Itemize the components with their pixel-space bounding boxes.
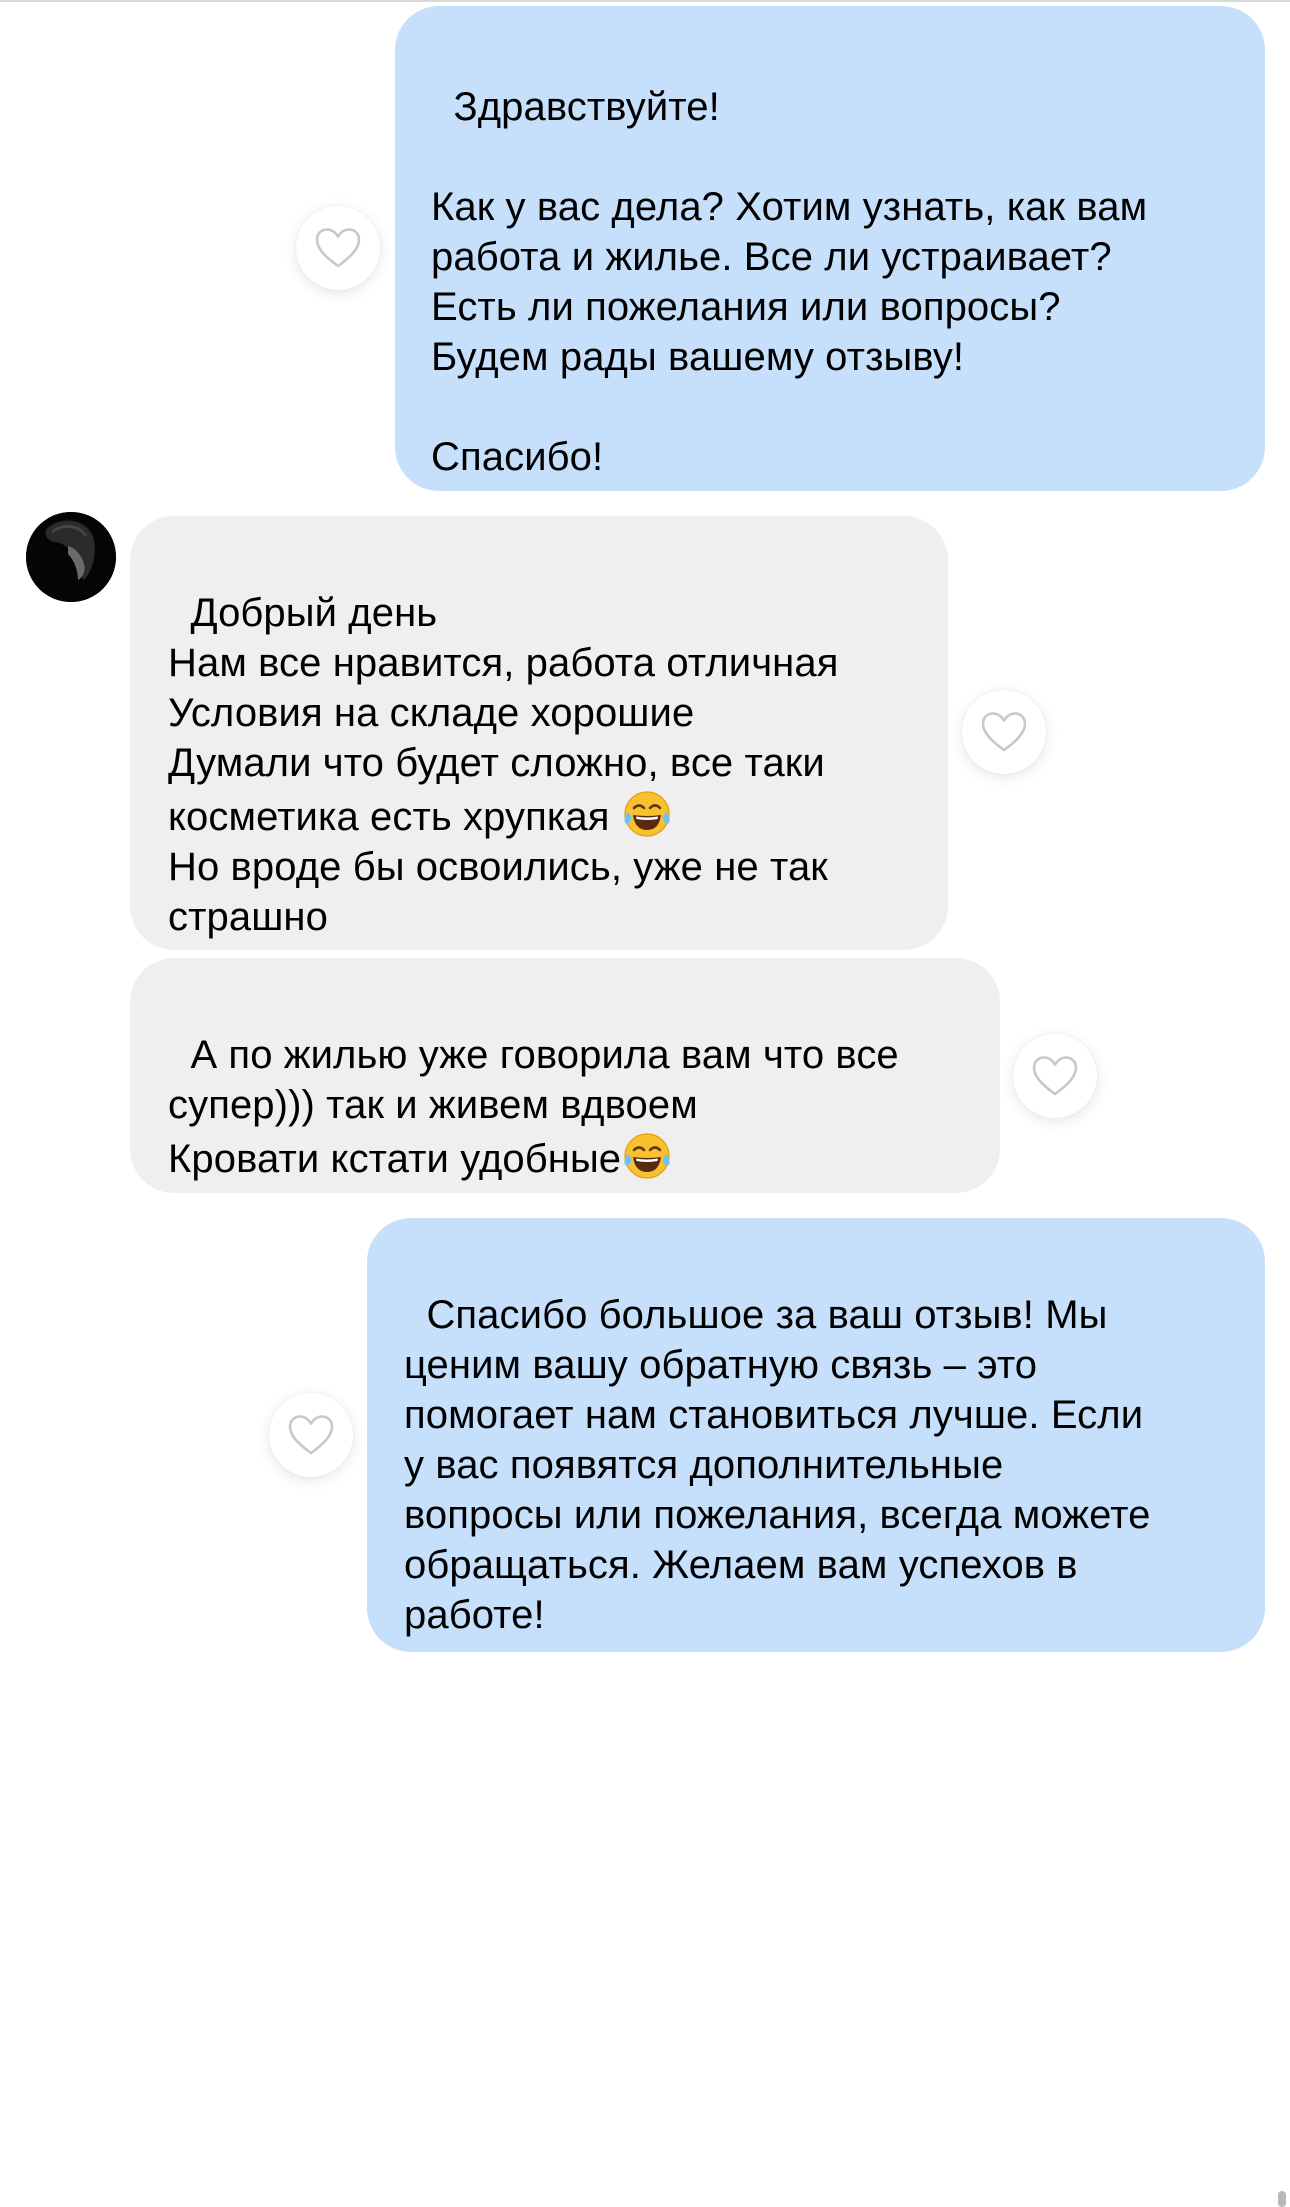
like-button[interactable] bbox=[962, 690, 1046, 774]
message-text: Здравствуйте! Как у вас дела? Хотим узна… bbox=[431, 85, 1148, 479]
message-text-part: Но вроде бы освоились, уже не так страшн… bbox=[168, 845, 828, 939]
heart-outline-icon bbox=[1032, 1056, 1078, 1096]
face-with-tears-of-joy-emoji bbox=[621, 788, 673, 838]
message-bubble-outgoing[interactable]: Спасибо большое за ваш отзыв! Мы ценим в… bbox=[367, 1218, 1265, 1652]
scroll-indicator[interactable] bbox=[1278, 2191, 1286, 2207]
like-button[interactable] bbox=[296, 206, 380, 290]
contact-avatar[interactable] bbox=[26, 512, 116, 602]
avatar-image bbox=[26, 512, 116, 602]
message-bubble-incoming[interactable]: А по жилью уже говорила вам что все супе… bbox=[130, 958, 1000, 1193]
heart-outline-icon bbox=[288, 1415, 334, 1455]
heart-outline-icon bbox=[981, 712, 1027, 752]
top-divider bbox=[0, 0, 1290, 2]
message-bubble-outgoing[interactable]: Здравствуйте! Как у вас дела? Хотим узна… bbox=[395, 6, 1265, 491]
message-text: Спасибо большое за ваш отзыв! Мы ценим в… bbox=[404, 1293, 1151, 1637]
message-text-part: А по жилью уже говорила вам что все супе… bbox=[168, 1033, 899, 1181]
heart-outline-icon bbox=[315, 228, 361, 268]
message-text-part: Добрый день Нам все нравится, работа отл… bbox=[168, 591, 839, 839]
message-bubble-incoming[interactable]: Добрый день Нам все нравится, работа отл… bbox=[130, 516, 948, 950]
like-button[interactable] bbox=[1013, 1034, 1097, 1118]
like-button[interactable] bbox=[269, 1393, 353, 1477]
face-with-tears-of-joy-emoji bbox=[621, 1130, 673, 1180]
